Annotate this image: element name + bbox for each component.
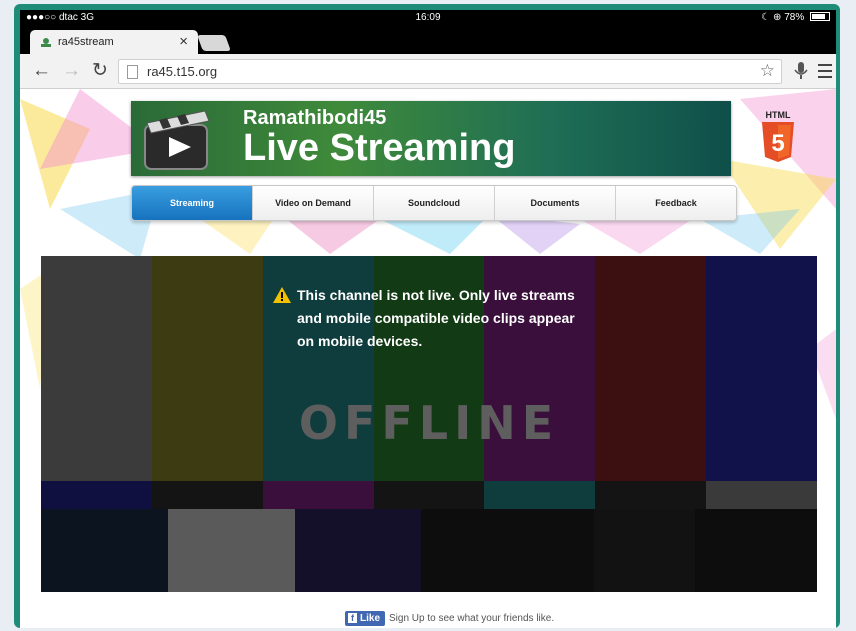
offline-message: This channel is not live. Only live stre… bbox=[297, 287, 575, 349]
battery-percent: 78% bbox=[784, 12, 805, 23]
html5-logo: HTML 5 bbox=[762, 110, 794, 162]
web-page: Ramathibodi45 Live Streaming HTML 5 Stre… bbox=[20, 89, 836, 628]
facebook-like-button[interactable]: f Like bbox=[345, 611, 386, 626]
browser-toolbar: ← → ↻ ra45.t15.org ☆ bbox=[20, 54, 836, 89]
status-right: ☾ ⊕ 78% bbox=[761, 12, 830, 23]
nav-documents[interactable]: Documents bbox=[495, 186, 616, 220]
menu-icon[interactable] bbox=[818, 60, 832, 82]
favicon-icon bbox=[41, 38, 51, 47]
status-time: 16:09 bbox=[415, 12, 441, 23]
facebook-like-bar: f Like Sign Up to see what your friends li… bbox=[345, 611, 554, 626]
bookmark-star-icon[interactable]: ☆ bbox=[760, 61, 775, 81]
url-text[interactable]: ra45.t15.org bbox=[147, 64, 217, 79]
reload-icon[interactable]: ↻ bbox=[92, 60, 108, 82]
address-bar[interactable]: ra45.t15.org ☆ bbox=[118, 59, 782, 84]
html5-label: HTML bbox=[766, 110, 791, 120]
site-banner: Ramathibodi45 Live Streaming bbox=[131, 101, 731, 176]
status-bar: ●●●○○ dtac 3G 16:09 ☾ ⊕ 78% bbox=[20, 10, 836, 26]
html5-number: 5 bbox=[771, 130, 784, 157]
tab-title: ra45stream bbox=[58, 36, 114, 48]
facebook-icon: f bbox=[348, 613, 357, 623]
lock-rotation-icon: ⊕ bbox=[773, 12, 782, 23]
browser-window: ●●●○○ dtac 3G 16:09 ☾ ⊕ 78% ra45stream ×… bbox=[20, 10, 836, 628]
color-bars-middle bbox=[41, 481, 817, 509]
new-tab-button[interactable] bbox=[197, 35, 231, 51]
nav-feedback[interactable]: Feedback bbox=[616, 186, 736, 220]
back-arrow-icon[interactable]: ← bbox=[32, 60, 51, 82]
color-bars-bottom bbox=[41, 509, 817, 592]
banner-title: Live Streaming bbox=[243, 127, 516, 169]
close-tab-icon[interactable]: × bbox=[179, 33, 188, 50]
video-clapper-icon bbox=[144, 110, 210, 170]
like-label: Like bbox=[360, 613, 381, 624]
offline-text: OFFLINE bbox=[298, 396, 560, 450]
facebook-signup-text[interactable]: Sign Up to see what your friends like. bbox=[389, 613, 554, 624]
page-icon bbox=[127, 65, 138, 79]
nav-streaming[interactable]: Streaming bbox=[132, 186, 253, 220]
battery-icon bbox=[810, 12, 830, 21]
video-player[interactable]: OFFLINE This channel is not live. Only l… bbox=[41, 256, 817, 592]
offline-notice: This channel is not live. Only live stre… bbox=[273, 284, 587, 353]
main-navigation: Streaming Video on Demand Soundcloud Doc… bbox=[131, 185, 737, 221]
microphone-icon[interactable] bbox=[790, 60, 812, 82]
nav-video-on-demand[interactable]: Video on Demand bbox=[253, 186, 374, 220]
nav-soundcloud[interactable]: Soundcloud bbox=[374, 186, 495, 220]
moon-icon: ☾ bbox=[761, 12, 771, 23]
warning-icon bbox=[273, 287, 291, 303]
forward-arrow-icon[interactable]: → bbox=[62, 60, 81, 82]
tab-strip: ra45stream × bbox=[20, 26, 836, 54]
tab-ra45stream[interactable]: ra45stream × bbox=[30, 30, 198, 54]
